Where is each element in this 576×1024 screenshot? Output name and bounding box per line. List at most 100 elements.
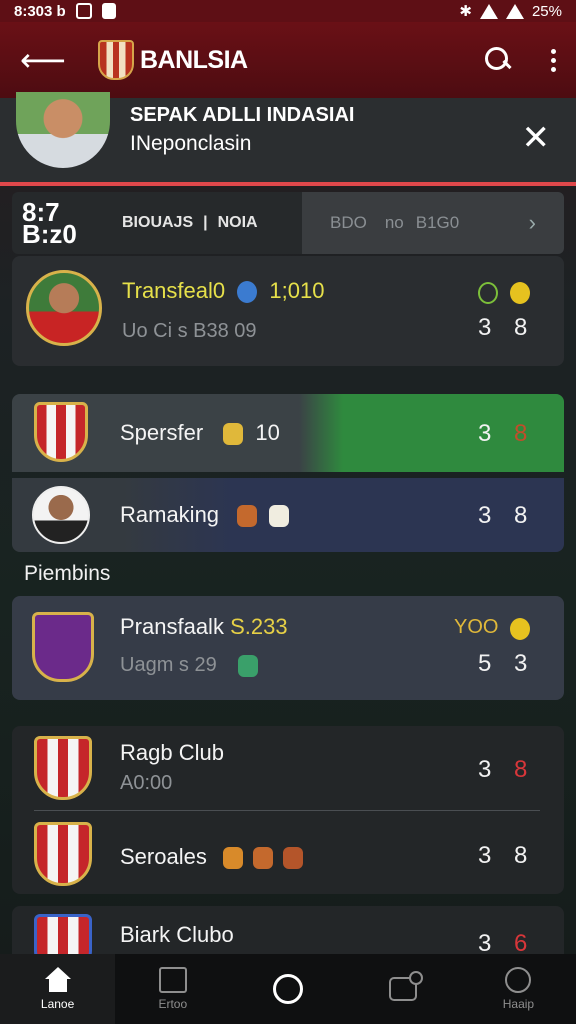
club-badge-icon (237, 281, 258, 304)
club-list-card[interactable]: Biark Clubo 3 6 (12, 906, 564, 954)
stat-col2: 8 (514, 842, 528, 869)
row-title-text: Spersfer (120, 420, 204, 445)
medal-icon (253, 847, 274, 870)
strip-right-a: BDO (330, 213, 367, 232)
tab-divider: | (203, 214, 208, 231)
bottom-nav: Lanoe Ertoo Haaip (0, 954, 576, 1024)
club-crest-icon (34, 736, 92, 800)
card-subtitle: Uo Ci s B38 09 (122, 320, 257, 342)
row-subtitle: A0:00 (120, 772, 173, 794)
medal-icon (510, 282, 530, 304)
stat-col1: 3 (478, 502, 492, 529)
card-subtitle-text: Uagm s 29 (120, 654, 217, 676)
ranking-row[interactable]: Ramaking 3 8 (12, 478, 564, 552)
stat-col2: 8 (514, 502, 528, 529)
search-icon[interactable] (485, 47, 511, 73)
status-icon (478, 282, 498, 304)
nav-overview[interactable] (346, 954, 461, 1024)
app-title: BANLSIA (140, 45, 248, 74)
club-crest-icon (34, 914, 92, 954)
row-title-text: Seroales (120, 844, 207, 869)
player-avatar (26, 270, 102, 346)
row-title-text: Ramaking (120, 502, 220, 527)
row-title[interactable]: Seroales (120, 844, 304, 870)
app-bar: ⟵ BANLSIA (0, 22, 576, 98)
card-title-text: Pransfaalk (120, 614, 224, 639)
nav-home-circle[interactable] (230, 954, 345, 1024)
more-options-icon[interactable] (551, 48, 556, 72)
overview-icon (389, 971, 424, 1001)
bluetooth-icon: ✱ (459, 3, 472, 20)
card-title-extra: 1;010 (269, 278, 325, 303)
club-crest-icon (32, 612, 94, 682)
score-bottom: B:z0 (22, 219, 77, 249)
wifi-icon (479, 3, 498, 19)
stat-col1: 3 (478, 842, 492, 869)
medal-icon (269, 505, 290, 528)
card-title-text: Transfeal0 (122, 278, 226, 303)
close-icon[interactable]: ✕ (522, 118, 551, 158)
nav-label: Lanoe (40, 997, 75, 1011)
club-crest-icon (34, 822, 92, 886)
club-list-card: Ragb Club A0:00 3 8 Seroales 3 8 (12, 726, 564, 894)
circle-home-icon (273, 974, 303, 1004)
nav-label: Haaip (502, 997, 535, 1011)
medal-icon (283, 847, 304, 870)
sd-card-icon (101, 3, 116, 19)
strip-right-b: no (384, 213, 404, 232)
stat-col1: 3 (478, 930, 492, 954)
medal-icon (222, 847, 243, 870)
row-title: Spersfer 10 (120, 420, 280, 446)
club-crest-icon (34, 402, 88, 462)
row-title: Ramaking (120, 502, 290, 528)
transfer-row-highlight[interactable]: Spersfer 10 3 8 (12, 394, 564, 472)
nav-explore[interactable]: Haaip (461, 954, 576, 1024)
signal-icon (505, 3, 524, 19)
score-strip[interactable]: 8:7 B:z0 BIOUAJS | NOIA BDO no B1G0 › (12, 192, 564, 254)
battery-level: 25% (531, 2, 562, 20)
status-right: ✱ 25% (459, 2, 562, 21)
card-top-right: YOO (454, 616, 499, 638)
stat-col1: 3 (478, 314, 492, 341)
transfer-card[interactable]: Transfeal0 1;010 Uo Ci s B38 09 3 8 (12, 256, 564, 366)
flag-icon (238, 654, 259, 677)
stat-col1: 3 (478, 756, 492, 783)
back-arrow-icon[interactable]: ⟵ (20, 41, 66, 79)
tab-right[interactable]: NOIA (218, 214, 258, 232)
card-subtitle: Uagm s 29 (120, 654, 259, 677)
section-label: Piembins (24, 562, 111, 585)
stat-col2: 8 (514, 314, 528, 341)
transfer-card[interactable]: Pransfaalk S.233 Uagm s 29 YOO 5 3 (12, 596, 564, 700)
score-tabs: BIOUAJS | NOIA (104, 214, 302, 232)
score-strip-right[interactable]: BDO no B1G0 › (302, 192, 564, 254)
club-crest-logo (98, 40, 134, 80)
row-title-extra: 10 (255, 420, 280, 445)
notification-banner[interactable]: SEPAK ADLLI INDASIAI INeponclasin ✕ (0, 92, 576, 186)
home-icon (43, 967, 73, 993)
stat-col2: 8 (514, 756, 528, 783)
compass-icon (505, 967, 532, 993)
player-avatar (16, 92, 110, 168)
stat-col1: 5 (478, 650, 492, 677)
tab-left[interactable]: BIOUAJS (122, 214, 193, 232)
chevron-right-icon[interactable]: › (529, 210, 536, 236)
stat-col2: 8 (514, 420, 528, 447)
stat-col1: 3 (478, 420, 492, 447)
notification-icon (75, 3, 92, 19)
medal-icon (510, 618, 530, 640)
nav-recent[interactable]: Ertoo (115, 954, 230, 1024)
stat-col2: 6 (514, 930, 528, 954)
player-avatar (32, 486, 90, 544)
notification-title: SEPAK ADLLI INDASIAI (130, 104, 355, 126)
status-bar: 8:303 b ✱ 25% (0, 0, 576, 22)
medal-icon (237, 505, 258, 528)
match-score: 8:7 B:z0 (12, 199, 104, 249)
row-title[interactable]: Ragb Club (120, 740, 224, 766)
row-divider (34, 810, 540, 811)
stat-col2: 3 (514, 650, 528, 677)
trophy-icon (223, 423, 244, 446)
card-title-extra: S.233 (230, 614, 288, 639)
nav-home[interactable]: Lanoe (0, 954, 116, 1024)
card-title: Pransfaalk S.233 (120, 614, 288, 640)
card-title: Transfeal0 1;010 (122, 278, 324, 304)
